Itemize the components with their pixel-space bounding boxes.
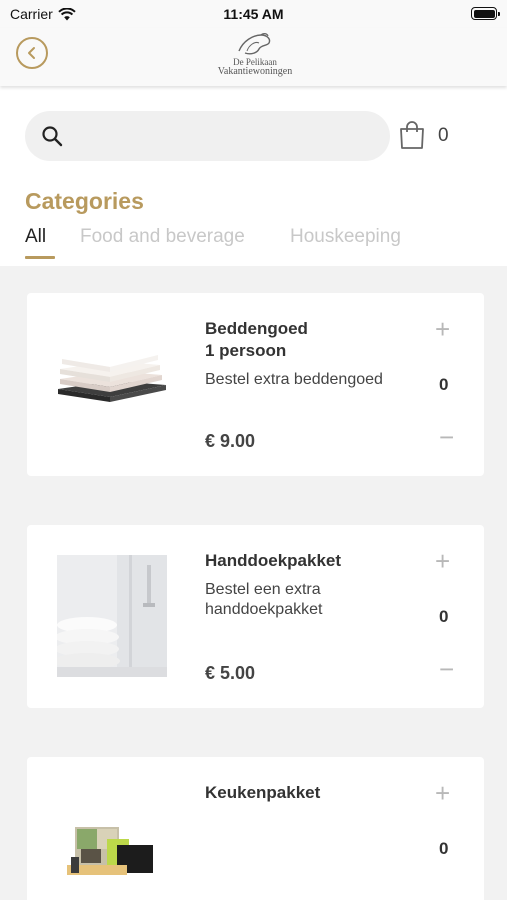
product-image-towels — [57, 555, 167, 677]
product-price: € 5.00 — [205, 663, 256, 683]
product-card-handdoekpakket[interactable]: Handdoekpakket Bestel een extra handdoek… — [27, 525, 484, 708]
cart-count: 0 — [438, 125, 449, 146]
increase-quantity-button[interactable]: + — [435, 780, 450, 806]
quantity-value: 0 — [439, 839, 449, 858]
product-title: Handdoekpakket — [205, 551, 342, 570]
tab-all[interactable]: All — [25, 226, 46, 248]
quantity-value: 0 — [439, 375, 449, 394]
search-icon — [42, 126, 63, 147]
header-area: 0 Categories All Food and beverage Housk… — [0, 86, 507, 266]
product-description: Bestel extra beddengoed — [205, 371, 383, 388]
increase-quantity-button[interactable]: + — [435, 548, 450, 574]
status-bar: Carrier 11:45 AM — [0, 0, 507, 28]
categories-title: Categories — [25, 188, 144, 214]
quantity-value: 0 — [439, 607, 449, 626]
product-subtitle: 1 persoon — [205, 341, 287, 360]
tab-food-and-beverage[interactable]: Food and beverage — [80, 226, 245, 248]
logo-text-line2: Vakantiewoningen — [217, 66, 293, 77]
tab-active-indicator — [25, 256, 55, 259]
decrease-quantity-button[interactable]: − — [439, 424, 454, 450]
back-button[interactable] — [16, 37, 48, 69]
product-image-kitchen-package — [67, 827, 153, 875]
chevron-left-icon — [28, 47, 35, 59]
logo: De Pelikaan Vakantiewoningen — [205, 31, 305, 79]
product-description-line2: handdoekpakket — [205, 601, 323, 618]
pelican-logo-icon — [238, 33, 271, 55]
status-time: 11:45 AM — [223, 6, 284, 22]
tab-houskeeping[interactable]: Houskeeping — [290, 226, 401, 248]
product-price: € 9.00 — [205, 431, 256, 451]
product-description: Bestel een extra — [205, 581, 321, 598]
product-card-keukenpakket[interactable]: Keukenpakket + 0 — [27, 757, 484, 900]
increase-quantity-button[interactable]: + — [435, 316, 450, 342]
product-card-beddengoed[interactable]: Beddengoed 1 persoon Bestel extra bedden… — [27, 293, 484, 476]
battery-icon — [471, 7, 500, 20]
nav-bar: De Pelikaan Vakantiewoningen — [0, 28, 507, 86]
decrease-quantity-button[interactable]: − — [439, 656, 454, 682]
shopping-bag-icon[interactable] — [398, 120, 426, 150]
product-image-bed-linen — [58, 351, 166, 402]
product-title: Keukenpakket — [205, 783, 321, 802]
product-title: Beddengoed — [205, 319, 308, 338]
search-input[interactable] — [25, 111, 390, 161]
